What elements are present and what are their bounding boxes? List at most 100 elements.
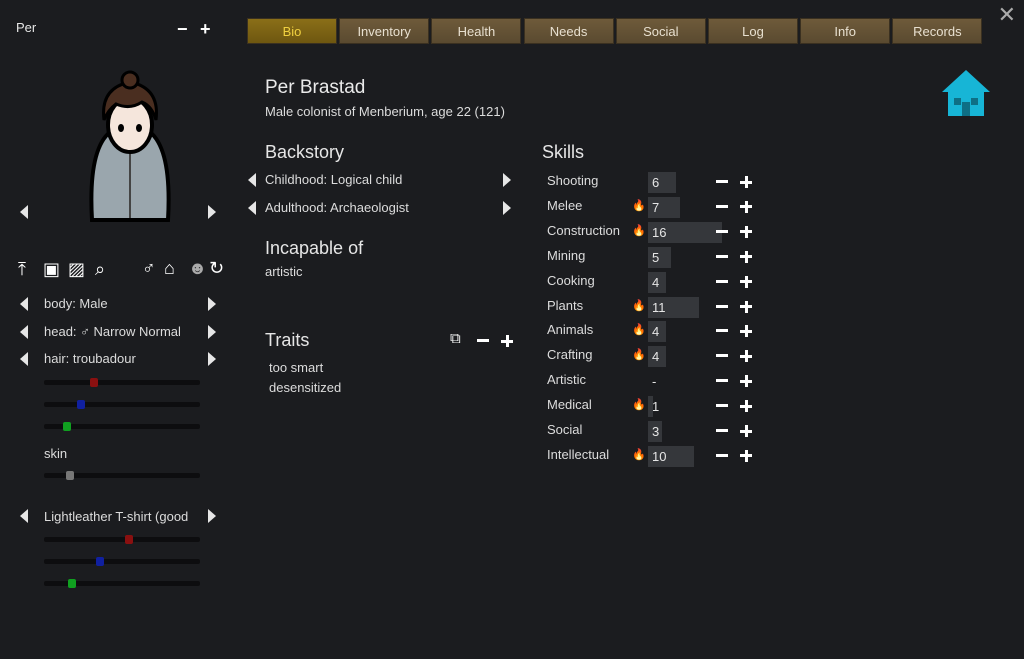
skin-knob[interactable]	[66, 471, 75, 480]
skill-increase-button[interactable]	[740, 300, 752, 313]
skill-value: 3	[652, 424, 660, 439]
skill-decrease-button[interactable]	[716, 404, 728, 408]
adulthood-next-arrow[interactable]	[503, 201, 511, 215]
tab-records[interactable]: Records	[892, 18, 983, 44]
save-icon[interactable]: ▣	[43, 259, 60, 280]
skill-name: Mining	[547, 247, 586, 263]
apparel-green-knob[interactable]	[67, 579, 76, 588]
skill-name: Cooking	[547, 272, 595, 288]
skill-decrease-button[interactable]	[716, 204, 728, 208]
skill-decrease-button[interactable]	[716, 254, 728, 258]
tab-needs[interactable]: Needs	[523, 18, 614, 44]
close-icon[interactable]: ✕	[998, 2, 1016, 28]
apparel-green-slider[interactable]	[44, 579, 200, 588]
skill-name: Crafting	[547, 347, 593, 363]
childhood-prev-arrow[interactable]	[248, 173, 256, 187]
skill-increase-button[interactable]	[740, 350, 752, 363]
rotate-icon[interactable]: ↻	[209, 258, 224, 279]
skill-increase-button[interactable]	[740, 250, 752, 263]
childhood-label: Childhood: Logical child	[265, 172, 403, 187]
hair-blue-slider[interactable]	[44, 400, 200, 409]
hanger-icon[interactable]: ⌂	[164, 258, 175, 279]
skin-slider[interactable]	[44, 471, 200, 480]
skill-increase-button[interactable]	[740, 425, 752, 437]
tab-bio[interactable]: Bio	[247, 18, 337, 44]
skill-decrease-button[interactable]	[716, 279, 728, 283]
apparel-prev-arrow[interactable]	[20, 509, 28, 523]
apparel-next-arrow[interactable]	[208, 509, 216, 523]
skill-decrease-button[interactable]	[716, 429, 728, 432]
home-icon[interactable]	[940, 68, 992, 123]
hair-type-label: hair: troubadour	[44, 351, 136, 366]
skill-increase-button[interactable]	[740, 200, 752, 213]
skill-name: Medical	[547, 397, 592, 413]
incapable-list: artistic	[265, 264, 303, 279]
skill-decrease-button[interactable]	[716, 379, 728, 383]
passion-flame-icon[interactable]: 🔥	[632, 323, 646, 336]
upload-icon[interactable]: ⤒	[18, 259, 26, 280]
hair-green-slider[interactable]	[44, 422, 200, 431]
skill-name: Plants	[547, 297, 584, 313]
remove-pawn-button[interactable]: −	[177, 20, 188, 38]
head-prev-arrow[interactable]	[20, 325, 28, 339]
hair-prev-arrow[interactable]	[20, 352, 28, 366]
tab-info[interactable]: Info	[800, 18, 891, 44]
tab-log[interactable]: Log	[708, 18, 798, 44]
tab-health[interactable]: Health	[431, 18, 522, 44]
passion-flame-icon[interactable]: 🔥	[632, 199, 646, 212]
skill-increase-button[interactable]	[740, 449, 752, 462]
skill-increase-button[interactable]	[740, 225, 752, 238]
portrait-next-arrow[interactable]	[208, 205, 216, 219]
copy-traits-icon[interactable]: ⧉	[450, 330, 461, 347]
add-pawn-button[interactable]: +	[200, 20, 211, 38]
trait-item[interactable]: desensitized	[269, 380, 341, 395]
tab-social[interactable]: Social	[615, 18, 706, 44]
skill-value: 16	[652, 224, 667, 240]
apparel-red-slider[interactable]	[44, 535, 200, 544]
passion-flame-icon[interactable]: 🔥	[632, 398, 646, 411]
portrait-prev-arrow[interactable]	[20, 205, 28, 219]
skill-increase-button[interactable]	[740, 275, 752, 288]
skill-decrease-button[interactable]	[716, 180, 728, 183]
skill-decrease-button[interactable]	[716, 354, 728, 358]
skill-value: 4	[652, 324, 660, 340]
hair-red-slider[interactable]	[44, 378, 200, 387]
childhood-next-arrow[interactable]	[503, 173, 511, 187]
stripes-icon[interactable]: ▨	[68, 259, 85, 280]
remove-trait-button[interactable]	[477, 339, 489, 342]
hair-blue-knob[interactable]	[76, 400, 85, 409]
adulthood-prev-arrow[interactable]	[248, 201, 256, 215]
skill-decrease-button[interactable]	[716, 329, 728, 333]
apparel-blue-slider[interactable]	[44, 557, 200, 566]
apparel-red-knob[interactable]	[125, 535, 134, 544]
apparel-blue-knob[interactable]	[95, 557, 104, 566]
male-gender-icon[interactable]: ♂	[142, 258, 156, 279]
skill-name: Construction	[547, 222, 620, 238]
passion-flame-icon[interactable]: 🔥	[632, 224, 646, 237]
skill-name: Intellectual	[547, 446, 610, 462]
add-trait-button[interactable]	[501, 335, 513, 347]
skill-increase-button[interactable]	[740, 375, 752, 388]
trait-item[interactable]: too smart	[269, 360, 323, 375]
head-next-arrow[interactable]	[208, 325, 216, 339]
body-prev-arrow[interactable]	[20, 297, 28, 311]
hair-green-knob[interactable]	[63, 422, 72, 431]
skill-increase-button[interactable]	[740, 325, 752, 338]
passion-flame-icon[interactable]: 🔥	[632, 448, 646, 461]
skill-decrease-button[interactable]	[716, 304, 728, 308]
hair-next-arrow[interactable]	[208, 352, 216, 366]
adulthood-label: Adulthood: Archaeologist	[265, 200, 409, 215]
tab-inventory[interactable]: Inventory	[339, 18, 430, 44]
passion-flame-icon[interactable]: 🔥	[632, 348, 646, 361]
hair-red-knob[interactable]	[89, 378, 98, 387]
skill-increase-button[interactable]	[740, 400, 752, 413]
alien-icon[interactable]: ☻	[188, 258, 207, 279]
skill-value: 4	[652, 349, 660, 365]
skill-decrease-button[interactable]	[716, 229, 728, 233]
skill-decrease-button[interactable]	[716, 453, 728, 457]
skill-increase-button[interactable]	[740, 176, 752, 188]
passion-flame-icon[interactable]: 🔥	[632, 299, 646, 312]
body-next-arrow[interactable]	[208, 297, 216, 311]
search-icon[interactable]: ⌕	[95, 259, 105, 280]
pawn-description: Male colonist of Menberium, age 22 (121)	[265, 104, 505, 119]
